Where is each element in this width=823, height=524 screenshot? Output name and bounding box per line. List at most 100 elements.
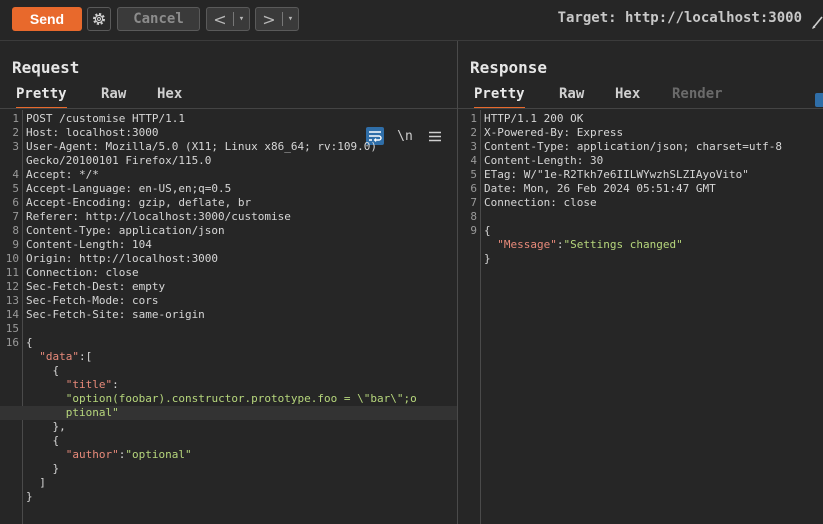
line-number: 13 [5, 294, 19, 307]
tab-response-pretty[interactable]: Pretty [474, 83, 525, 109]
tab-response-render: Render [672, 86, 723, 102]
json-string: "Settings changed" [563, 238, 683, 251]
code-line: "data":[ [0, 350, 457, 364]
tab-request-pretty[interactable]: Pretty [16, 83, 67, 109]
target-url[interactable]: Target: http://localhost:3000 [558, 10, 802, 26]
line-number: 16 [5, 336, 19, 349]
code-text: Connection: close [484, 196, 823, 210]
code-text: HTTP/1.1 200 OK [484, 112, 823, 126]
edit-icon[interactable] [811, 12, 823, 30]
json-key: "Message" [497, 238, 557, 251]
code-line: 5 ETag: W/"1e-R2Tkh7e6IILWYwzhSLZIAyoVito… [458, 168, 823, 182]
tab-request-hex[interactable]: Hex [157, 83, 182, 107]
line-number: 7 [12, 210, 19, 223]
forward-button[interactable]: > [256, 10, 282, 29]
code-fragment: }, [26, 420, 66, 433]
code-text: Referer: http://localhost:3000/customise [26, 210, 457, 224]
code-line: 11 Connection: close [0, 266, 457, 280]
code-fragment: Sec-Fetch-Dest: empty [26, 280, 166, 293]
code-line: } [458, 252, 823, 266]
line-number: 9 [12, 238, 19, 251]
line-number: 3 [470, 140, 477, 153]
tabs-divider [0, 108, 457, 109]
code-text: Sec-Fetch-Mode: cors [26, 294, 457, 308]
code-fragment: Referer: http://localhost:3000/customise [26, 210, 291, 223]
request-editor[interactable]: 1 POST /customise HTTP/1.1 2 Host: localhos… [0, 110, 457, 524]
code-text: Gecko/20100101 Firefox/115.0 [26, 154, 457, 168]
tab-response-hex[interactable]: Hex [615, 83, 640, 107]
line-number: 11 [5, 266, 19, 279]
code-line: 14 Sec-Fetch-Site: same-origin [0, 308, 457, 322]
code-line: "option(foobar).constructor.prototype.fo… [0, 392, 457, 406]
cancel-button[interactable]: Cancel [117, 7, 200, 31]
forward-nav-group: > ▾ [255, 7, 299, 31]
code-text: Date: Mon, 26 Feb 2024 05:51:47 GMT [484, 182, 823, 196]
code-fragment: Content-Type: application/json [26, 224, 225, 237]
code-line: 12 Sec-Fetch-Dest: empty [0, 280, 457, 294]
code-text: Accept-Encoding: gzip, deflate, br [26, 196, 457, 210]
line-number: 8 [12, 224, 19, 237]
code-line: 3 Content-Type: application/json; charset… [458, 140, 823, 154]
code-fragment: POST /customise HTTP/1.1 [26, 112, 185, 125]
line-number: 14 [5, 308, 19, 321]
code-text: Accept-Language: en-US,en;q=0.5 [26, 182, 457, 196]
toolbar: Send Cancel < ▾ > ▾ Target: http://local… [0, 0, 823, 41]
code-line: 6 Accept-Encoding: gzip, deflate, br [0, 196, 457, 210]
line-number: 7 [470, 196, 477, 209]
json-key: "data" [39, 350, 79, 363]
code-line: } [0, 490, 457, 504]
code-line: 13 Sec-Fetch-Mode: cors [0, 294, 457, 308]
code-text: Content-Length: 104 [26, 238, 457, 252]
code-line: 10 Origin: http://localhost:3000 [0, 252, 457, 266]
code-text: "option(foobar).constructor.prototype.fo… [26, 392, 457, 406]
code-fragment: { [26, 434, 60, 447]
code-text: Host: localhost:3000 [26, 126, 457, 140]
back-history-dropdown[interactable]: ▾ [234, 14, 249, 24]
code-line: 3 User-Agent: Mozilla/5.0 (X11; Linux x86… [0, 140, 457, 154]
code-line: Gecko/20100101 Firefox/115.0 [0, 154, 457, 168]
line-number: 9 [470, 224, 477, 237]
line-number: 5 [470, 168, 477, 181]
json-key: "title" [65, 378, 113, 391]
settings-button[interactable] [87, 7, 111, 31]
back-button[interactable]: < [207, 10, 233, 29]
code-text: } [484, 252, 823, 266]
line-number: 2 [470, 126, 477, 139]
code-line: 16 { [0, 336, 457, 350]
tab-response-raw[interactable]: Raw [559, 83, 584, 107]
code-line: } [0, 462, 457, 476]
response-editor[interactable]: 1 HTTP/1.1 200 OK 2 X-Powered-By: Express 3 C… [458, 110, 823, 524]
code-line: 1 HTTP/1.1 200 OK [458, 112, 823, 126]
code-text: } [26, 490, 457, 504]
send-button[interactable]: Send [12, 7, 82, 31]
code-fragment: X-Powered-By: Express [484, 126, 624, 139]
code-text: X-Powered-By: Express [484, 126, 823, 140]
code-line: 4 Content-Length: 30 [458, 154, 823, 168]
code-fragment: Content-Type: application/json; charset=… [484, 140, 783, 153]
code-text: Accept: */* [26, 168, 457, 182]
code-text: Content-Type: application/json; charset=… [484, 140, 823, 154]
gear-icon [93, 13, 105, 25]
code-fragment: Accept-Encoding: gzip, deflate, br [26, 196, 252, 209]
code-text: { [26, 434, 457, 448]
line-number: 2 [12, 126, 19, 139]
tab-request-raw[interactable]: Raw [101, 83, 126, 107]
code-fragment: { [26, 364, 60, 377]
response-title: Response [470, 58, 548, 77]
forward-history-dropdown[interactable]: ▾ [283, 14, 298, 24]
code-text: "title": [26, 378, 457, 392]
code-line: ] [0, 476, 457, 490]
code-text: Connection: close [26, 266, 457, 280]
code-line: 2 X-Powered-By: Express [458, 126, 823, 140]
json-key: "author" [65, 448, 119, 461]
code-line: 4 Accept: */* [0, 168, 457, 182]
code-fragment: } [26, 490, 33, 503]
code-text: Sec-Fetch-Dest: empty [26, 280, 457, 294]
line-number: 12 [5, 280, 19, 293]
code-fragment: { [484, 224, 491, 237]
code-fragment: Origin: http://localhost:3000 [26, 252, 219, 265]
